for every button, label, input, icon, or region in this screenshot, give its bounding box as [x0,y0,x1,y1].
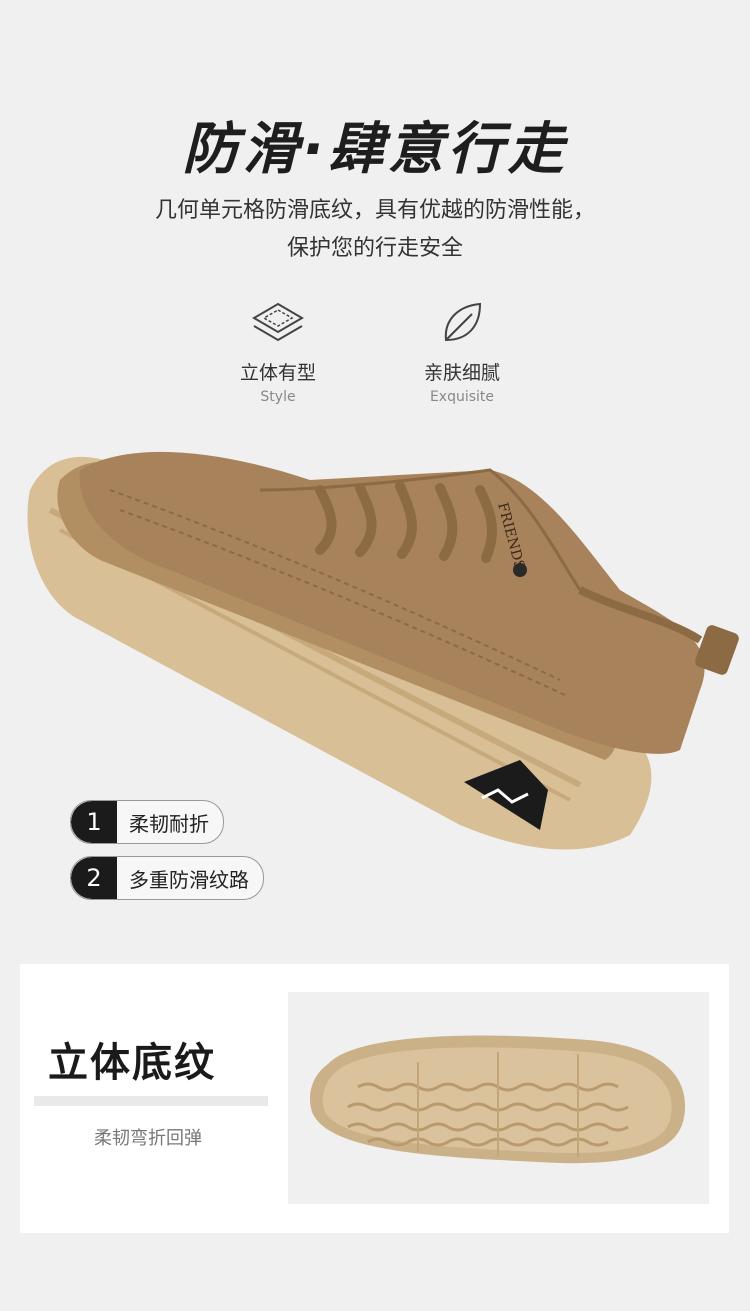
badge-2-text: 多重防滑纹路 [129,867,249,892]
badge-2-number: 2 [71,857,117,899]
feature-exquisite-sublabel: Exquisite [429,389,495,405]
panel-subtitle: 柔韧弯折回弹 [94,1128,202,1149]
sole-panel: 立体底纹 柔韧弯折回弹 [20,964,729,1233]
sole-image [288,992,709,1204]
badge-1: 1 柔韧耐折 [70,800,224,844]
hero-title: 防滑·肆意行走 [182,117,568,182]
feature-style-label: 立体有型 [239,362,316,384]
panel-divider [34,1096,268,1106]
hero-description: 几何单元格防滑底纹，具有优越的防滑性能， 保护您的行走安全 [0,192,750,268]
panel-title: 立体底纹 [48,1040,216,1086]
hero-desc-line2: 保护您的行走安全 [286,236,463,261]
badge-2: 2 多重防滑纹路 [70,856,264,900]
badge-1-text: 柔韧耐折 [129,811,209,836]
layers-icon [252,302,304,342]
feature-exquisite-label: 亲肤细腻 [423,362,500,384]
feature-style-sublabel: Style [260,389,296,405]
feature-exquisite: 亲肤细腻 Exquisite [382,300,542,405]
badge-1-number: 1 [71,801,117,843]
leaf-icon [444,302,482,342]
hero-desc-line1: 几何单元格防滑底纹，具有优越的防滑性能， [154,198,595,223]
feature-style: 立体有型 Style [198,300,358,405]
